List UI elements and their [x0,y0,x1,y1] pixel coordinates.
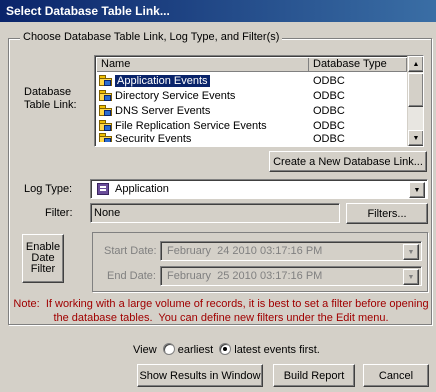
row-name: Security Events [115,133,192,142]
groupbox-legend: Choose Database Table Link, Log Type, an… [20,31,283,43]
scroll-up-button[interactable]: ▲ [408,56,423,72]
row-type: ODBC [313,104,345,117]
view-prefix: View [133,344,157,356]
row-type: ODBC [313,133,345,142]
show-results-button[interactable]: Show Results in Window [137,364,263,387]
chevron-down-icon[interactable]: ▼ [403,269,419,285]
start-date-picker[interactable]: February 24 2010 03:17:16 PM ▼ [160,241,422,261]
list-item[interactable]: Security Events ODBC [97,133,389,142]
db-label-line2: Table Link: [24,99,77,111]
latest-label[interactable]: latest [234,344,260,356]
log-type-label: Log Type: [24,183,73,195]
db-label-line1: Database [24,86,72,98]
view-order-options: View earliest latest events first. [133,343,320,356]
database-table-list[interactable]: Name Database Type Application Events OD… [94,55,424,147]
application-log-icon [97,183,109,195]
note-text: Note: If working with a large volume of … [12,297,430,325]
filter-field: None [90,203,340,223]
row-name: Application Events [115,74,210,87]
earliest-label[interactable]: earliest [178,344,213,356]
row-type: ODBC [313,74,345,87]
list-item[interactable]: Application Events ODBC [97,73,389,88]
enable-date-filter-button[interactable]: Enable Date Filter [22,234,64,283]
create-database-link-button[interactable]: Create a New Database Link... [269,151,427,172]
row-type: ODBC [313,119,345,132]
scroll-down-button[interactable]: ▼ [408,130,423,146]
start-date-label: Start Date: [104,245,157,257]
row-type: ODBC [313,89,345,102]
database-table-link-label: Database Table Link: [24,86,77,112]
scroll-thumb[interactable] [408,73,423,107]
earliest-radio[interactable] [162,343,175,355]
list-item[interactable]: Directory Service Events ODBC [97,88,389,103]
filters-button[interactable]: Filters... [346,203,428,224]
database-link-icon [99,89,112,102]
end-date-picker[interactable]: February 25 2010 03:17:16 PM ▼ [160,266,422,286]
list-item[interactable]: File Replication Service Events ODBC [97,118,389,133]
end-date-value: February 25 2010 03:17:16 PM [167,270,323,282]
view-suffix: events first. [263,344,320,356]
filter-label: Filter: [45,207,73,219]
log-type-value: Application [115,183,169,195]
window-title: Select Database Table Link... [6,4,170,18]
build-report-button[interactable]: Build Report [273,364,355,387]
database-link-icon [99,104,112,117]
list-item[interactable]: DNS Server Events ODBC [97,103,389,118]
database-link-icon [99,119,112,132]
database-link-icon [99,133,112,142]
row-name: DNS Server Events [115,104,211,117]
column-header-name[interactable]: Name [97,58,309,72]
latest-radio[interactable] [219,343,232,355]
database-link-icon [99,74,112,87]
end-date-label: End Date: [107,270,156,282]
note-line2: the database tables. You can define new … [53,312,389,324]
filter-word-label: Filter [30,263,56,275]
note-line1: Note: If working with a large volume of … [13,298,429,310]
row-name: File Replication Service Events [115,119,267,132]
list-vertical-scrollbar[interactable]: ▲ ▼ [407,56,423,146]
row-name: Directory Service Events [115,89,236,102]
filter-value: None [94,207,121,219]
chevron-down-icon[interactable]: ▼ [403,244,419,260]
start-date-value: February 24 2010 03:17:16 PM [167,245,323,257]
log-type-dropdown[interactable]: Application ▼ [90,179,428,199]
column-header-database-type[interactable]: Database Type [309,58,407,72]
chevron-down-icon[interactable]: ▼ [409,182,425,198]
list-header: Name Database Type [97,58,407,72]
cancel-button[interactable]: Cancel [363,364,429,387]
title-bar[interactable]: Select Database Table Link... [0,0,436,22]
